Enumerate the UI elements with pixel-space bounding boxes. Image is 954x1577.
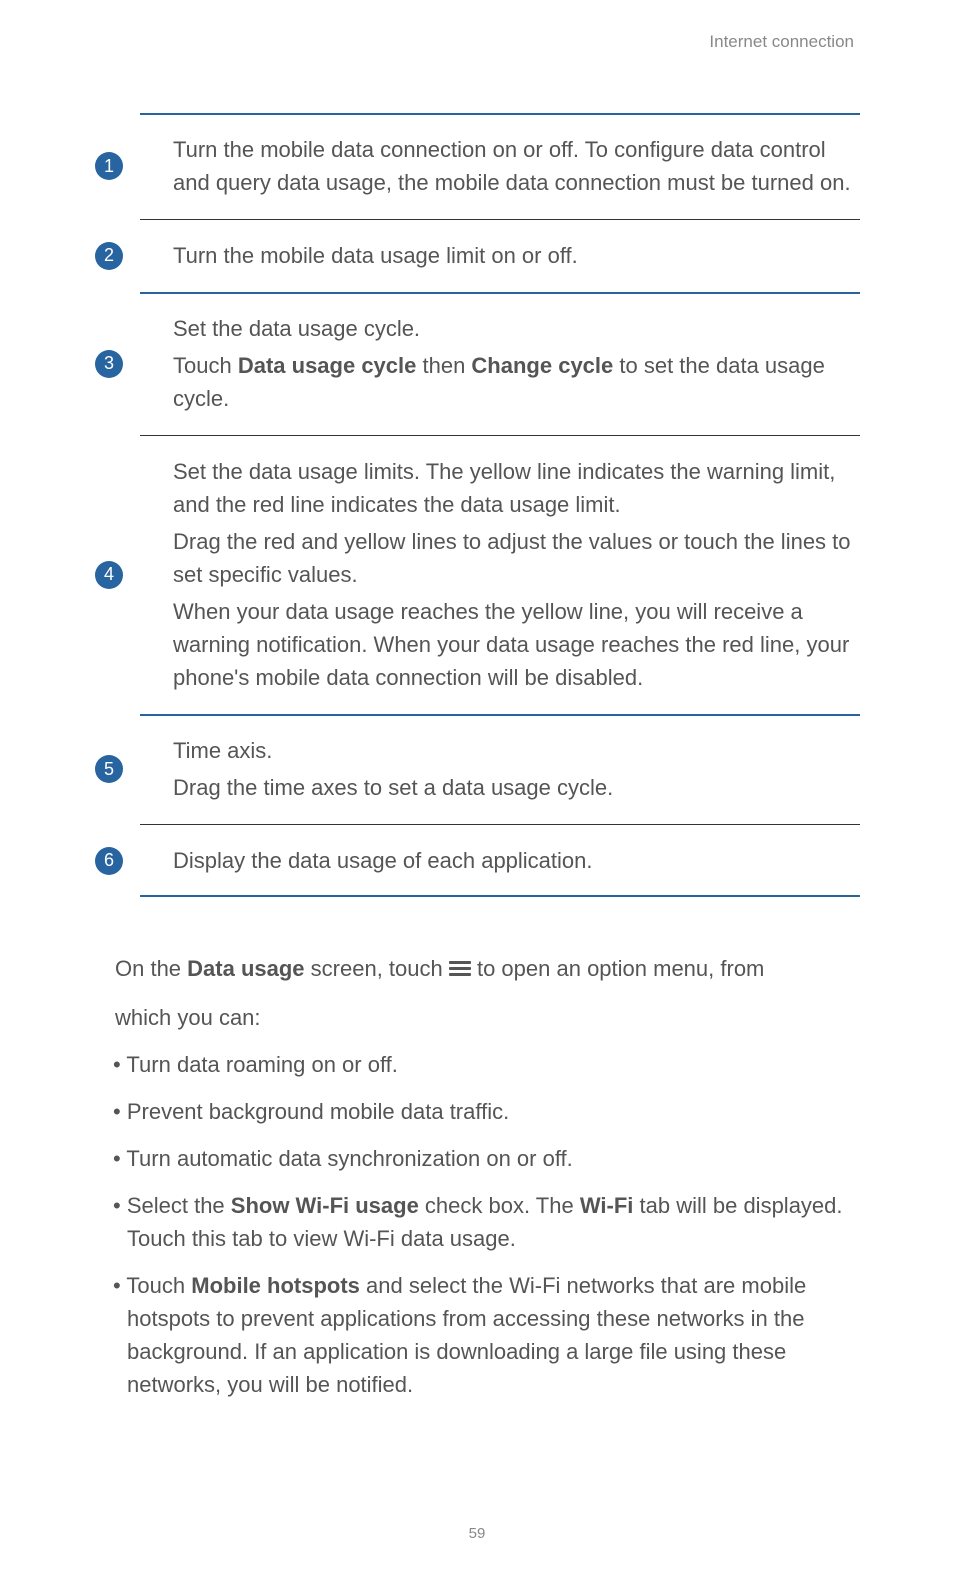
intro-after: to open an option menu, from xyxy=(471,956,765,981)
number-badge: 3 xyxy=(95,350,123,378)
paragraph: When your data usage reaches the yellow … xyxy=(173,595,860,694)
paragraph: Time axis. xyxy=(173,734,860,767)
text-segment: check box. The xyxy=(419,1193,580,1218)
text-segment: Select the xyxy=(127,1193,231,1218)
intro-line-2: which you can: xyxy=(115,1001,860,1034)
list-item: Prevent background mobile data traffic. xyxy=(95,1095,860,1128)
badge-column: 2 xyxy=(95,242,173,270)
table-row: 6 Display the data usage of each applicat… xyxy=(95,824,860,897)
paragraph: Set the data usage cycle. xyxy=(173,312,860,345)
text-segment: Turn automatic data synchronization on o… xyxy=(126,1146,572,1171)
text-segment: Turn data roaming on or off. xyxy=(126,1052,398,1077)
text-column: Time axis. Drag the time axes to set a da… xyxy=(173,734,860,804)
text-segment: Time axis. xyxy=(173,738,272,763)
table-row: 1 Turn the mobile data connection on or o… xyxy=(95,113,860,219)
paragraph: Drag the red and yellow lines to adjust … xyxy=(173,525,860,591)
list-item: Touch Mobile hotspots and select the Wi-… xyxy=(95,1269,860,1401)
intro-bold1: Data usage xyxy=(187,956,304,981)
text-column: Set the data usage cycle. Touch Data usag… xyxy=(173,312,860,415)
text-segment: Set the data usage cycle. xyxy=(173,316,420,341)
paragraph: Drag the time axes to set a data usage c… xyxy=(173,771,860,804)
table-row: 5 Time axis. Drag the time axes to set a d… xyxy=(95,714,860,824)
number-badge: 1 xyxy=(95,152,123,180)
text-column: Display the data usage of each applicati… xyxy=(173,844,860,877)
text-segment: Touch xyxy=(173,353,238,378)
page-number: 59 xyxy=(0,1525,954,1542)
text-segment: Show Wi-Fi usage xyxy=(231,1193,419,1218)
list-item: Select the Show Wi-Fi usage check box. T… xyxy=(95,1189,860,1255)
number-badge: 5 xyxy=(95,755,123,783)
badge-column: 5 xyxy=(95,755,173,783)
paragraph: Set the data usage limits. The yellow li… xyxy=(173,455,860,521)
number-badge: 4 xyxy=(95,561,123,589)
text-column: Turn the mobile data connection on or of… xyxy=(173,133,860,199)
text-segment: Data usage cycle xyxy=(238,353,417,378)
text-column: Set the data usage limits. The yellow li… xyxy=(173,455,860,694)
intro-mid: screen, touch xyxy=(305,956,449,981)
text-segment: Turn the mobile data usage limit on or o… xyxy=(173,243,578,268)
number-badge: 6 xyxy=(95,847,123,875)
list-item: Turn automatic data synchronization on o… xyxy=(95,1142,860,1175)
text-segment: Prevent background mobile data traffic. xyxy=(127,1099,509,1124)
text-segment: then xyxy=(416,353,471,378)
page-header: Internet connection xyxy=(709,32,854,52)
badge-column: 3 xyxy=(95,350,173,378)
paragraph: Touch Data usage cycle then Change cycle… xyxy=(173,349,860,415)
intro-before: On the xyxy=(115,956,187,981)
paragraph: Display the data usage of each applicati… xyxy=(173,844,860,877)
table-row: 2 Turn the mobile data usage limit on or … xyxy=(95,219,860,292)
text-segment: Touch xyxy=(126,1273,191,1298)
badge-column: 4 xyxy=(95,561,173,589)
list-item: Turn data roaming on or off. xyxy=(95,1048,860,1081)
text-segment: Mobile hotspots xyxy=(191,1273,360,1298)
text-segment: Display the data usage of each applicati… xyxy=(173,848,593,873)
after-section: On the Data usage screen, touch to open … xyxy=(95,952,860,1401)
text-column: Turn the mobile data usage limit on or o… xyxy=(173,239,860,272)
number-badge: 2 xyxy=(95,242,123,270)
text-segment: Turn the mobile data connection on or of… xyxy=(173,137,851,195)
text-segment: Drag the red and yellow lines to adjust … xyxy=(173,529,851,587)
intro-line-1: On the Data usage screen, touch to open … xyxy=(115,952,860,985)
main-content: 1 Turn the mobile data connection on or o… xyxy=(95,113,860,1415)
paragraph: Turn the mobile data connection on or of… xyxy=(173,133,860,199)
table-row: 3 Set the data usage cycle. Touch Data usa… xyxy=(95,292,860,435)
text-segment: When your data usage reaches the yellow … xyxy=(173,599,849,690)
text-segment: Wi-Fi xyxy=(580,1193,634,1218)
paragraph: Turn the mobile data usage limit on or o… xyxy=(173,239,860,272)
table-row: 4 Set the data usage limits. The yellow l… xyxy=(95,435,860,714)
menu-icon xyxy=(449,958,471,979)
bullet-list: Turn data roaming on or off. Prevent back… xyxy=(95,1048,860,1401)
text-segment: Change cycle xyxy=(471,353,613,378)
badge-column: 6 xyxy=(95,847,173,875)
badge-column: 1 xyxy=(95,152,173,180)
text-segment: Drag the time axes to set a data usage c… xyxy=(173,775,613,800)
text-segment: Set the data usage limits. The yellow li… xyxy=(173,459,835,517)
